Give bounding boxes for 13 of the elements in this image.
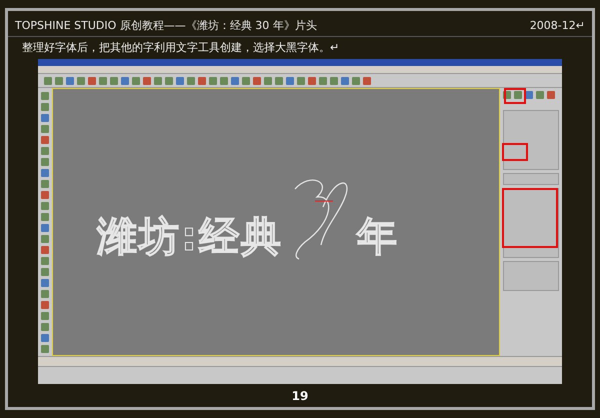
panel-rollout bbox=[503, 188, 559, 258]
highlight-frame bbox=[504, 88, 526, 104]
instruction-text: 整理好字体后，把其他的字利用文字工具创建，选择大黑字体。↵ bbox=[22, 40, 340, 56]
tutorial-title: TOPSHINE STUDIO 原创教程——《潍坊：经典 30 年》片头 bbox=[15, 18, 317, 34]
highlight-frame bbox=[502, 188, 558, 248]
date-text: 2008-12↵ bbox=[530, 18, 585, 34]
page-number: 19 bbox=[292, 388, 308, 404]
viewport-text: 潍坊:经典 bbox=[97, 213, 283, 262]
panel-rollout bbox=[503, 173, 559, 185]
panel-rollout bbox=[503, 110, 559, 170]
highlight-frame bbox=[502, 143, 528, 161]
viewport-text: 年 bbox=[357, 213, 397, 262]
panel-rollout bbox=[503, 261, 559, 291]
